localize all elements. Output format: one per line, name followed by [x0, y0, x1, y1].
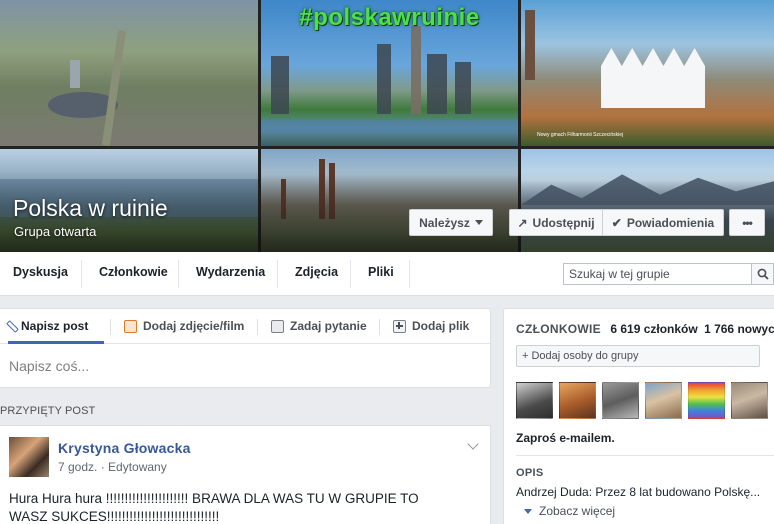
- avatar[interactable]: [645, 382, 682, 419]
- search-icon: [757, 268, 769, 280]
- tab-divider: [178, 260, 179, 288]
- more-options-button[interactable]: •••: [729, 209, 765, 236]
- pinned-post-label: PRZYPIĘTY POST: [0, 405, 96, 417]
- description-text: Andrzej Duda: Przez 8 lat budowano Polsk…: [516, 485, 761, 499]
- question-icon: [271, 319, 284, 333]
- add-file-icon: [393, 319, 406, 333]
- tab-members[interactable]: Członkowie: [99, 265, 168, 279]
- avatar[interactable]: [602, 382, 639, 419]
- tab-divider: [81, 260, 82, 288]
- share-button[interactable]: ↗ Udostępnij: [509, 209, 603, 236]
- tab-divider: [350, 260, 351, 288]
- tab-discussion[interactable]: Dyskusja: [13, 265, 68, 279]
- members-header: CZŁONKOWIE 6 619 członków 1 766 nowych: [516, 322, 774, 336]
- add-photo-label: Dodaj zdjęcie/film: [143, 319, 245, 333]
- chevron-down-icon: [524, 508, 532, 514]
- search-input[interactable]: [564, 264, 750, 284]
- cover-tile-philharmonic: [521, 0, 774, 146]
- notifications-button[interactable]: ✔ Powiadomienia: [603, 209, 724, 236]
- photo-icon: [124, 319, 137, 333]
- members-card: CZŁONKOWIE 6 619 członków 1 766 nowych +…: [503, 308, 774, 524]
- composer-divider: [110, 319, 111, 335]
- group-search: [563, 263, 774, 285]
- see-more-link[interactable]: Zobacz więcej: [524, 504, 615, 518]
- section-divider: [516, 455, 774, 456]
- tab-divider: [409, 260, 410, 288]
- add-file-label: Dodaj plik: [412, 319, 470, 333]
- members-count: 6 619 członków: [610, 322, 698, 336]
- chevron-down-icon[interactable]: [467, 438, 479, 450]
- post-composer: Napisz post Dodaj zdjęcie/film Zadaj pyt…: [0, 308, 491, 388]
- pencil-icon: [6, 319, 19, 333]
- author-avatar[interactable]: [9, 437, 49, 477]
- group-title[interactable]: Polska w ruinie: [13, 195, 168, 222]
- avatar[interactable]: [559, 382, 596, 419]
- search-button[interactable]: [751, 264, 773, 284]
- pinned-post: Krystyna Głowacka 7 godz. · Edytowany Hu…: [0, 425, 491, 524]
- see-more-label: Zobacz więcej: [539, 504, 616, 518]
- composer-tabs: Napisz post Dodaj zdjęcie/film Zadaj pyt…: [0, 309, 490, 344]
- chevron-down-icon: [474, 220, 483, 225]
- invite-by-email-link[interactable]: Zaproś e-mailem.: [516, 431, 615, 445]
- tab-photos[interactable]: Zdjęcia: [295, 265, 338, 279]
- post-body: Hura Hura hura !!!!!!!!!!!!!!!!!!!!!! BR…: [9, 491, 419, 524]
- tab-add-photo-video[interactable]: Dodaj zdjęcie/film: [124, 319, 244, 333]
- cover-hashtag: #polskawruinie: [299, 4, 480, 31]
- cover-photo: #polskawruinie Nowy gmach Filharmonii Sz…: [0, 0, 774, 252]
- group-type: Grupa otwarta: [14, 224, 97, 239]
- composer-divider: [257, 319, 258, 335]
- active-tab-indicator: [8, 341, 104, 344]
- composer-input[interactable]: Napisz coś...: [9, 358, 89, 374]
- tab-add-file[interactable]: Dodaj plik: [393, 319, 469, 333]
- tab-write-post[interactable]: Napisz post: [6, 319, 89, 333]
- add-members-button[interactable]: + Dodaj osoby do grupy: [516, 345, 760, 367]
- composer-divider: [379, 319, 380, 335]
- new-members-label: nowych: [737, 322, 774, 336]
- tab-divider: [277, 260, 278, 288]
- more-options-label: •••: [742, 215, 753, 230]
- tab-files[interactable]: Pliki: [368, 265, 394, 279]
- cover-tile-aerial-city: [0, 0, 258, 146]
- member-thumbnails: [516, 382, 768, 419]
- members-label[interactable]: CZŁONKOWIE: [516, 322, 601, 336]
- new-members-count: 1 766: [704, 322, 735, 336]
- member-status-label: Należysz: [419, 215, 470, 230]
- tab-ask-question[interactable]: Zadaj pytanie: [271, 319, 367, 333]
- checkmark-icon: ✔: [611, 215, 622, 230]
- avatar[interactable]: [688, 382, 725, 419]
- ask-question-label: Zadaj pytanie: [290, 319, 367, 333]
- photo-caption: Nowy gmach Filharmonii Szczecińskiej: [537, 132, 624, 138]
- post-timestamp[interactable]: 7 godz. · Edytowany: [58, 460, 167, 474]
- avatar[interactable]: [516, 382, 553, 419]
- avatar[interactable]: [731, 382, 768, 419]
- tab-events[interactable]: Wydarzenia: [196, 265, 265, 279]
- write-post-label: Napisz post: [21, 319, 89, 333]
- description-label: OPIS: [516, 467, 544, 479]
- notifications-label: Powiadomienia: [626, 215, 715, 230]
- post-author[interactable]: Krystyna Głowacka: [58, 440, 191, 456]
- share-icon: ↗: [517, 215, 528, 230]
- member-status-button[interactable]: Należysz: [409, 209, 493, 236]
- share-label: Udostępnij: [532, 215, 595, 230]
